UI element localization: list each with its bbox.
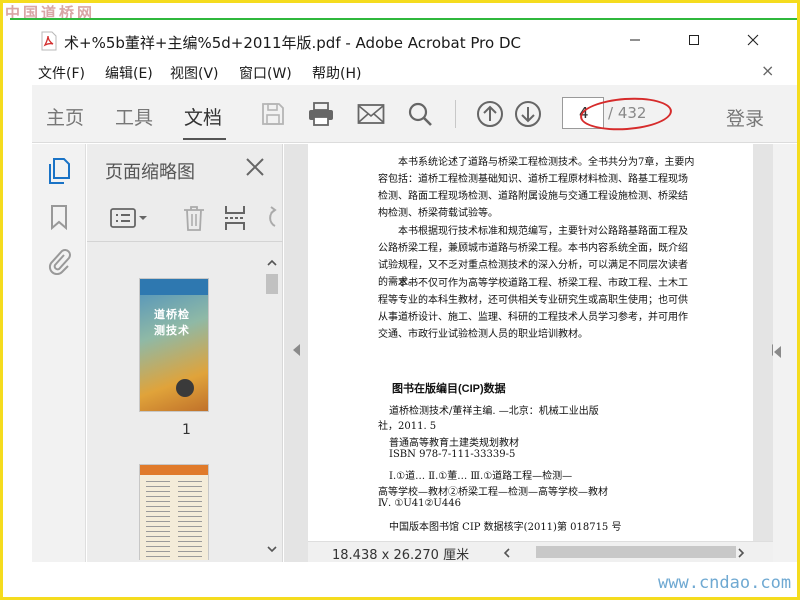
page-thumbnails-panel: 页面缩略图 道桥检测技术 1 — [87, 144, 283, 562]
watermark-top: 中国道桥网 — [5, 4, 96, 22]
scroll-right-icon[interactable] — [736, 547, 746, 559]
scroll-left-icon[interactable] — [502, 547, 512, 559]
cip-line: Ⅰ.①道… Ⅱ.①董… Ⅲ.①道路工程—检测— — [389, 471, 573, 482]
menu-edit[interactable]: 编辑(E) — [105, 63, 153, 83]
cip-heading: 图书在版编目(CIP)数据 — [392, 383, 506, 395]
expand-panel-arrow-icon[interactable] — [774, 346, 781, 358]
attachment-icon[interactable] — [45, 246, 73, 276]
document-paragraph: 本书系统论述了道路与桥梁工程检测技术。全书共分为7章，主要内容包括：道桥工程检测… — [378, 157, 695, 219]
insert-page-icon[interactable] — [223, 204, 247, 232]
close-icon[interactable] — [738, 26, 768, 54]
panel-title: 页面缩略图 — [105, 162, 195, 183]
active-tab-indicator — [183, 138, 226, 140]
cover-text-column — [146, 481, 170, 560]
cover-text-column — [178, 481, 202, 560]
print-icon[interactable] — [306, 99, 336, 129]
horizontal-scrollbar-thumb[interactable] — [536, 546, 736, 558]
toolbar-separator — [455, 100, 456, 128]
menu-bar: 文件(F) 编辑(E) 视图(V) 窗口(W) 帮助(H) × — [3, 60, 797, 84]
thumbnail-page-2[interactable] — [139, 464, 209, 560]
cip-line: 社，2011. 5 — [378, 421, 437, 432]
page-dimensions: 18.438 x 26.270 厘米 — [332, 548, 470, 563]
thumbnail-scrollbar[interactable] — [263, 254, 281, 560]
thumbnail-list: 道桥检测技术 1 — [87, 254, 263, 560]
pdf-file-icon — [41, 31, 57, 51]
page-thumbnails-icon[interactable] — [45, 156, 73, 186]
mail-icon[interactable] — [356, 99, 386, 129]
cip-line: 道桥检测技术/董祥主编. —北京：机械工业出版 — [389, 406, 599, 417]
status-bar: 18.438 x 26.270 厘米 — [308, 541, 773, 563]
tab-document[interactable]: 文档 — [184, 103, 222, 130]
cover-emblem — [176, 379, 194, 397]
navigation-rail — [32, 144, 86, 562]
menu-file[interactable]: 文件(F) — [38, 63, 85, 83]
tab-home[interactable]: 主页 — [46, 103, 84, 130]
scroll-up-icon[interactable] — [266, 258, 278, 268]
save-icon[interactable] — [258, 99, 288, 129]
maximize-icon[interactable] — [679, 26, 709, 54]
panel-toolbar — [87, 194, 283, 242]
cover-band — [140, 279, 208, 295]
cip-line: 普通高等教育土建类规划教材 — [389, 438, 519, 449]
watermark-bottom: www.cndao.com — [658, 573, 792, 593]
cip-line: ISBN 978-7-111-33339-5 — [389, 449, 516, 460]
previous-page-arrow-icon[interactable] — [293, 344, 300, 356]
tab-tools[interactable]: 工具 — [115, 103, 153, 130]
accent-line — [10, 18, 797, 20]
document-page: 本书系统论述了道路与桥梁工程检测技术。全书共分为7章，主要内容包括：道桥工程检测… — [308, 144, 753, 542]
document-paragraph: 本书不仅可作为高等学校道路工程、桥梁工程、市政工程、土木工程等专业的本科生教材，… — [378, 278, 688, 340]
minimize-icon[interactable] — [620, 26, 650, 54]
menu-window[interactable]: 窗口(W) — [239, 63, 292, 83]
cover-title: 道桥检测技术 — [154, 308, 190, 337]
right-panel-toggle[interactable] — [773, 144, 797, 562]
delete-icon[interactable] — [182, 204, 206, 232]
cover-band — [140, 465, 208, 475]
document-viewer: 本书系统论述了道路与桥梁工程检测技术。全书共分为7章，主要内容包括：道桥工程检测… — [284, 144, 779, 563]
scroll-down-icon[interactable] — [266, 544, 278, 554]
title-bar: 术+%5b董祥+主编%5d+2011年版.pdf - Adobe Acrobat… — [3, 24, 797, 58]
thumbnail-page-1[interactable]: 道桥检测技术 — [139, 278, 209, 412]
screenshot-frame: 中国道桥网 术+%5b董祥+主编%5d+2011年版.pdf - Adobe A… — [3, 3, 797, 597]
main-toolbar: 主页 工具 文档 4 / 432 登录 — [32, 85, 797, 143]
close-panel-icon[interactable] — [243, 155, 267, 179]
bookmark-icon[interactable] — [45, 202, 73, 232]
thumbnail-page-number: 1 — [182, 422, 191, 438]
menu-view[interactable]: 视图(V) — [170, 63, 219, 83]
cip-line: 高等学校—教材②桥梁工程—检测—高等学校—教材 — [378, 487, 608, 498]
rotate-icon[interactable] — [263, 204, 279, 232]
cip-line: Ⅳ. ①U41②U446 — [378, 498, 461, 509]
login-link[interactable]: 登录 — [726, 104, 764, 131]
cip-line: 中国版本图书馆 CIP 数据核字(2011)第 018715 号 — [389, 522, 622, 533]
search-icon[interactable] — [405, 99, 435, 129]
options-menu-icon[interactable] — [109, 204, 149, 232]
page-down-icon[interactable] — [513, 99, 543, 129]
scrollbar-thumb[interactable] — [266, 274, 278, 294]
window-title: 术+%5b董祥+主编%5d+2011年版.pdf - Adobe Acrobat… — [64, 34, 521, 52]
close-document-icon[interactable]: × — [761, 61, 774, 80]
menu-help[interactable]: 帮助(H) — [312, 63, 361, 83]
page-up-icon[interactable] — [475, 99, 505, 129]
